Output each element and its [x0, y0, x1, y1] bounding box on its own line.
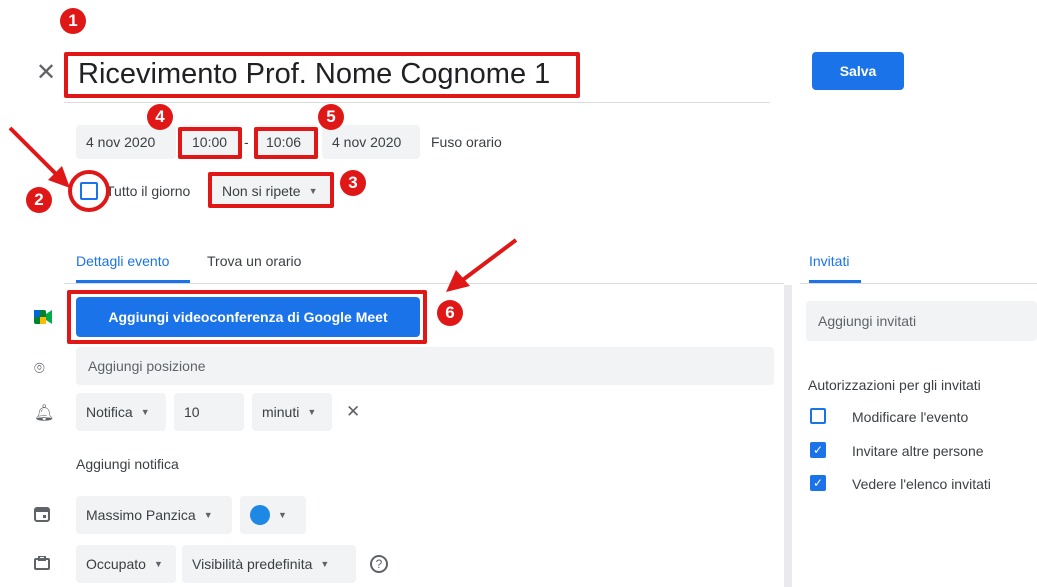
chevron-down-icon: ▼ [278, 510, 287, 520]
remove-notification-icon[interactable]: ✕ [346, 402, 360, 422]
annotation-badge-4: 4 [147, 104, 173, 130]
tab-guests[interactable]: Invitati [809, 253, 849, 269]
annotation-box-6 [67, 290, 427, 344]
annotation-badge-6: 6 [437, 300, 463, 326]
chevron-down-icon: ▼ [140, 407, 150, 417]
calendar-icon [34, 506, 50, 522]
notification-type-dropdown[interactable]: Notifica ▼ [76, 393, 166, 431]
notification-unit: minuti [262, 404, 300, 420]
annotation-box-1 [64, 52, 580, 98]
permission-see-list-checkbox[interactable]: ✓ [810, 475, 826, 491]
annotation-arrow-6 [446, 238, 518, 292]
color-dot [250, 505, 270, 525]
permissions-title: Autorizzazioni per gli invitati [808, 377, 981, 393]
tabs-divider [64, 283, 784, 284]
annotation-box-3 [208, 172, 334, 208]
add-guests-input[interactable]: Aggiungi invitati [806, 301, 1037, 341]
add-notification-link[interactable]: Aggiungi notifica [76, 456, 179, 472]
annotation-arrow-2 [8, 126, 70, 188]
all-day-label: Tutto il giorno [106, 183, 191, 199]
add-guests-placeholder: Aggiungi invitati [818, 313, 917, 329]
save-button[interactable]: Salva [812, 52, 904, 90]
annotation-badge-1: 1 [60, 8, 86, 34]
chevron-down-icon: ▼ [203, 510, 213, 520]
permission-invite-checkbox[interactable]: ✓ [810, 442, 826, 458]
bell-icon: 🔔︎ [34, 405, 55, 422]
notification-unit-dropdown[interactable]: minuti ▼ [252, 393, 332, 431]
guests-divider [800, 283, 1037, 284]
location-input[interactable]: Aggiungi posizione [76, 347, 774, 385]
permission-modify-checkbox[interactable] [810, 408, 826, 424]
notification-type: Notifica [86, 404, 133, 420]
annotation-badge-5: 5 [318, 104, 344, 130]
end-date[interactable]: 4 nov 2020 [322, 125, 420, 159]
chevron-down-icon: ▼ [320, 559, 330, 569]
permission-modify-label: Modificare l'evento [852, 409, 969, 425]
briefcase-icon [34, 556, 50, 570]
permission-see-list-label: Vedere l'elenco invitati [852, 476, 991, 492]
google-meet-icon [34, 310, 52, 324]
notification-value-input[interactable]: 10 [174, 393, 244, 431]
time-separator: - [244, 134, 249, 150]
annotation-box-4 [178, 127, 242, 159]
close-icon[interactable]: ✕ [36, 58, 56, 86]
busy-status: Occupato [86, 556, 146, 572]
location-pin-icon: ⌾ [34, 358, 45, 378]
tab-event-details[interactable]: Dettagli evento [76, 253, 169, 269]
annotation-box-5 [254, 127, 318, 159]
calendar-owner: Massimo Panzica [86, 507, 196, 523]
visibility-dropdown[interactable]: Visibilità predefinita ▼ [182, 545, 356, 583]
chevron-down-icon: ▼ [307, 407, 317, 417]
start-date[interactable]: 4 nov 2020 [76, 125, 176, 159]
calendar-color-dropdown[interactable]: ▼ [240, 496, 306, 534]
busy-status-dropdown[interactable]: Occupato ▼ [76, 545, 176, 583]
calendar-owner-dropdown[interactable]: Massimo Panzica ▼ [76, 496, 232, 534]
visibility: Visibilità predefinita [192, 556, 313, 572]
scrollbar[interactable] [784, 285, 792, 587]
timezone-link[interactable]: Fuso orario [431, 134, 502, 150]
tab-find-time[interactable]: Trova un orario [207, 253, 301, 269]
location-placeholder: Aggiungi posizione [88, 358, 206, 374]
permission-invite-label: Invitare altre persone [852, 443, 984, 459]
chevron-down-icon: ▼ [153, 559, 163, 569]
help-icon[interactable]: ? [370, 555, 388, 573]
annotation-badge-3: 3 [340, 170, 366, 196]
